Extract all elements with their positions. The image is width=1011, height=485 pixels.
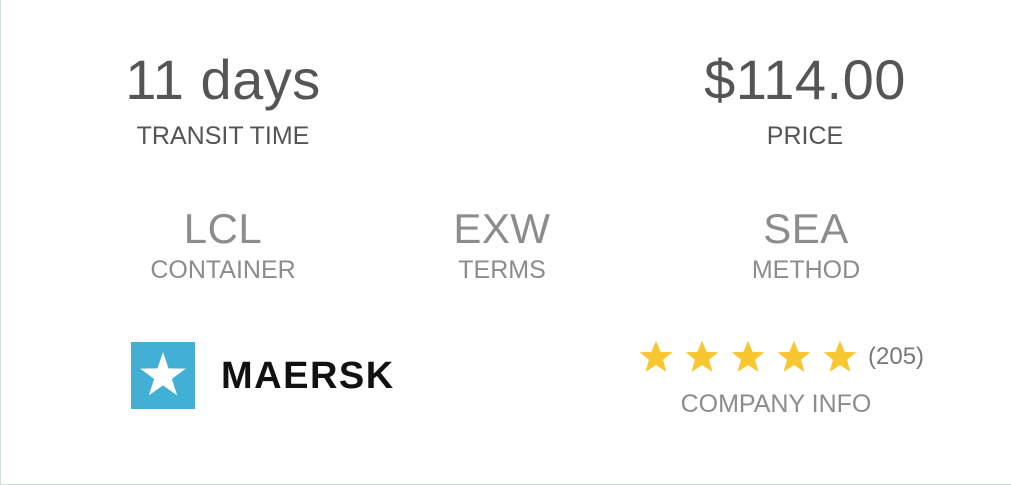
price-label: PRICE xyxy=(766,122,844,150)
method-stat: SEA METHOD xyxy=(725,205,887,285)
container-stat: LCL CONTAINER xyxy=(123,205,323,285)
container-label: CONTAINER xyxy=(150,256,296,284)
transit-time-value: 11 days xyxy=(125,48,321,111)
carrier-name: MAERSK xyxy=(221,354,395,397)
star-icon xyxy=(731,340,765,372)
transit-time-label: TRANSIT TIME xyxy=(136,122,310,150)
star-icon xyxy=(823,340,857,372)
star-rating xyxy=(638,340,868,374)
company-info-link[interactable]: COMPANY INFO xyxy=(651,390,901,419)
star-icon xyxy=(639,340,673,372)
method-value: SEA xyxy=(763,205,849,252)
terms-label: TERMS xyxy=(458,256,546,284)
carrier-logo: MAERSK xyxy=(131,342,395,409)
review-count: (205) xyxy=(868,343,925,370)
price-value: $114.00 xyxy=(704,48,906,111)
terms-value: EXW xyxy=(453,205,551,252)
price-stat: $114.00 PRICE xyxy=(665,48,945,151)
transit-time-stat: 11 days TRANSIT TIME xyxy=(103,48,343,151)
maersk-star-icon xyxy=(131,342,195,409)
quote-card: 11 days TRANSIT TIME $114.00 PRICE LCL C… xyxy=(0,0,1011,485)
method-label: METHOD xyxy=(751,256,861,284)
carrier-rating: (205) xyxy=(638,340,924,374)
container-value: LCL xyxy=(183,205,263,252)
terms-stat: EXW TERMS xyxy=(421,205,583,285)
star-icon xyxy=(777,340,811,372)
star-icon xyxy=(685,340,719,372)
